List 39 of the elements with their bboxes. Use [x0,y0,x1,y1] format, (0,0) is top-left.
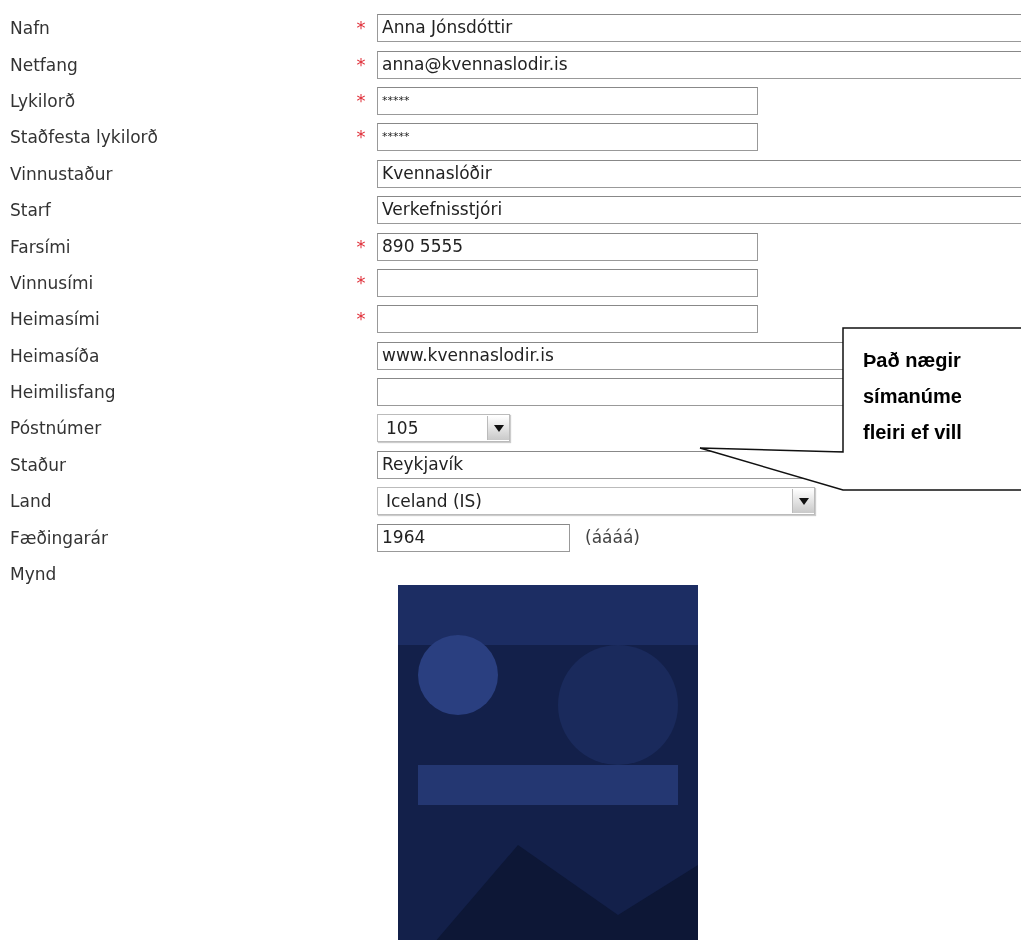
input-field[interactable]: ***** [377,86,758,115]
select-dropdown[interactable]: Iceland (IS) [377,487,815,516]
field-label: Heimasíða [9,344,100,368]
required-marker: * [356,55,366,74]
input-field[interactable]: anna@kvennaslodir.is [377,50,1021,79]
field-label: Nafn [9,17,50,41]
field-label: Staður [9,453,67,477]
required-marker: * [356,310,366,329]
input-field[interactable]: ***** [377,123,758,152]
format-hint: (áááá) [585,525,640,549]
required-marker: * [356,128,366,147]
field-label: Póstnúmer [9,417,102,441]
input-field[interactable] [377,305,758,334]
input-field[interactable]: Kvennaslóðir [377,159,1021,188]
field-label: Mynd [9,562,57,586]
dropdown-arrow-icon [798,497,809,505]
input-field[interactable]: Verkefnisstjóri [377,196,1021,225]
input-field[interactable]: 890 5555 [377,232,758,261]
field-label: Fæðingarár [9,526,108,550]
dropdown-arrow-icon [493,425,504,432]
field-label: Lykilorð [9,89,76,113]
field-label: Heimasími [9,308,100,332]
field-label: Starf [9,199,51,223]
hint-tooltip: Það nægir símanúme fleiri ef vill [699,327,1021,492]
required-marker: * [356,91,366,110]
field-label: Farsími [9,235,71,259]
required-marker: * [356,19,366,38]
required-marker: * [356,273,366,292]
input-field[interactable]: 1964 [377,523,570,552]
required-marker: * [356,237,366,256]
select-dropdown[interactable]: 105 [377,414,510,443]
field-label: Land [9,490,52,514]
input-field[interactable]: Anna Jónsdóttir [377,14,1021,43]
field-label: Netfang [9,53,78,77]
field-label: Heimilisfang [9,381,116,405]
field-label: Vinnustaður [9,162,113,186]
input-field[interactable] [377,268,758,297]
field-label: Vinnusími [9,271,94,295]
field-label: Staðfesta lykilorð [9,126,158,150]
